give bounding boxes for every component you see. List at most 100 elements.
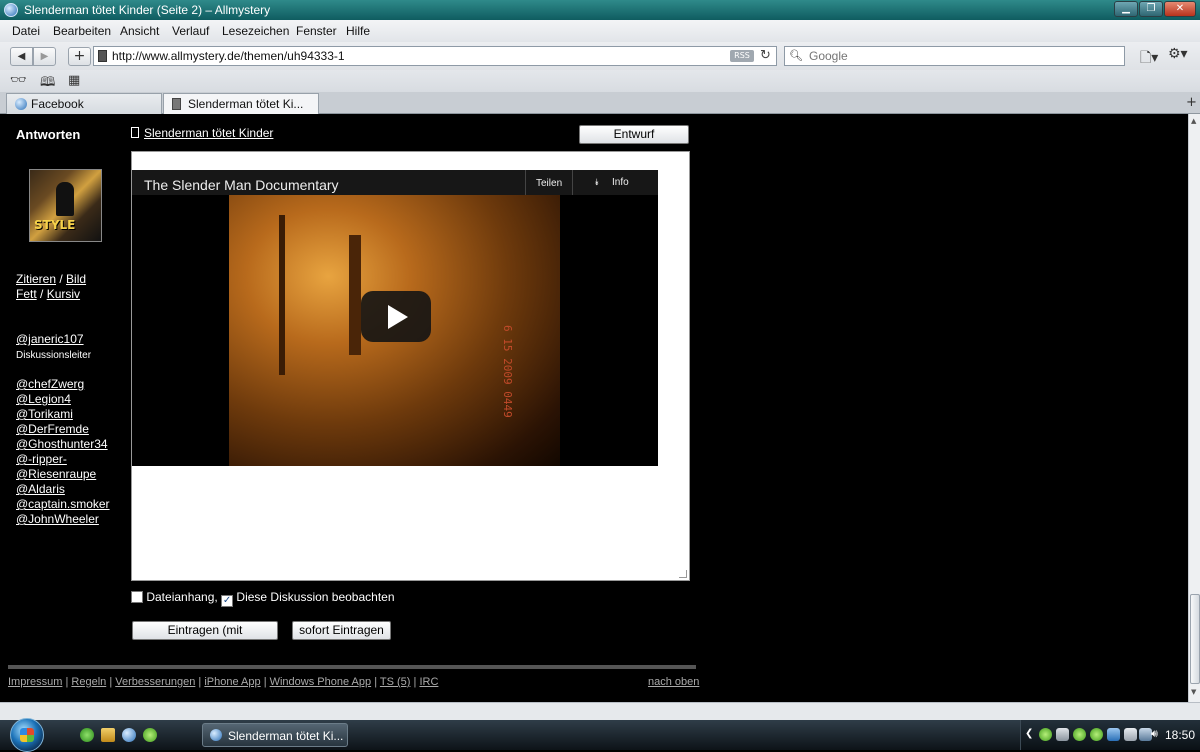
replies-heading: Antworten <box>16 127 81 142</box>
italic-link[interactable]: Kursiv <box>47 287 80 301</box>
video-title[interactable]: The Slender Man Documentary <box>144 177 339 193</box>
video-tree <box>279 215 285 375</box>
resize-grip-icon[interactable] <box>679 570 687 578</box>
footer-link-regeln[interactable]: Regeln <box>71 676 106 688</box>
embedded-video-player[interactable]: 6 15 2009 0449 The Slender Man Documenta… <box>132 170 658 466</box>
video-share-button[interactable]: Teilen <box>536 178 562 189</box>
page-menu-icon[interactable]: 🗋▾ <box>1140 47 1158 71</box>
scrollbar-thumb[interactable] <box>1190 594 1200 684</box>
bold-link[interactable]: Fett <box>16 287 37 301</box>
navigation-toolbar: ◀ ▶ + RSS ↻ 🔍︎ 🗋▾ ⚙▾ <box>0 42 1200 70</box>
gear-icon[interactable]: ⚙▾ <box>1168 46 1188 62</box>
tray-app-icon[interactable] <box>1090 728 1103 741</box>
watch-checkbox[interactable]: ✓ <box>221 595 234 607</box>
play-icon <box>388 305 408 329</box>
clock[interactable]: 18:50 <box>1165 728 1195 742</box>
top-sites-grid-icon[interactable]: ▦ <box>68 73 80 88</box>
attachment-checkbox[interactable] <box>131 591 143 603</box>
quicklaunch-spotify-icon[interactable] <box>143 728 157 742</box>
image-link[interactable]: Bild <box>66 272 86 286</box>
tab-slenderman[interactable]: Slenderman tötet Ki... <box>163 93 319 114</box>
menu-hilfe[interactable]: Hilfe <box>346 24 370 38</box>
submit-preview-button[interactable]: Eintragen (mit Vorschau) <box>132 621 278 654</box>
new-tab-button[interactable]: + <box>1186 95 1197 110</box>
format-links-row-1: Zitieren / Bild <box>16 272 86 286</box>
volume-icon[interactable]: 🔊︎ <box>1151 727 1164 740</box>
discussion-leader-link[interactable]: @janeric107 <box>16 332 84 346</box>
attachment-label: Dateianhang, <box>146 590 218 604</box>
video-divider <box>572 170 573 195</box>
participant-link[interactable]: @Torikami <box>16 407 73 421</box>
quicklaunch-gadget-icon[interactable] <box>80 728 94 742</box>
tray-app-icon[interactable] <box>1124 728 1137 741</box>
footer-link-irc[interactable]: IRC <box>419 676 438 688</box>
menu-lesezeichen[interactable]: Lesezeichen <box>222 24 289 38</box>
search-bar[interactable]: 🔍︎ <box>784 46 1125 66</box>
quote-link[interactable]: Zitieren <box>16 272 56 286</box>
footer-link-verbesserungen[interactable]: Verbesserungen <box>115 676 195 688</box>
format-separator: / <box>59 272 63 286</box>
rss-icon[interactable]: RSS <box>730 50 754 62</box>
participant-link[interactable]: @Aldaris <box>16 482 65 496</box>
footer-separator: | <box>263 676 267 688</box>
quicklaunch-browser-icon[interactable] <box>122 728 136 742</box>
reader-glasses-icon[interactable]: 👓︎ <box>10 73 27 88</box>
add-bookmark-button[interactable]: + <box>68 47 91 66</box>
minimize-button[interactable]: ▁ <box>1114 1 1138 17</box>
tray-app-icon[interactable] <box>1073 728 1086 741</box>
format-links-row-2: Fett / Kursiv <box>16 287 80 301</box>
start-button[interactable] <box>10 718 44 752</box>
forward-button[interactable]: ▶ <box>33 47 56 66</box>
video-divider <box>525 170 526 195</box>
quicklaunch-media-icon[interactable] <box>101 728 115 742</box>
windows-taskbar: Slenderman tötet Ki... ❮ 🔊︎ 18:50 <box>0 718 1200 752</box>
tab-facebook[interactable]: Facebook <box>6 93 162 114</box>
tray-app-icon[interactable] <box>1107 728 1120 741</box>
maximize-button[interactable]: ❐ <box>1139 1 1163 17</box>
avatar-caption: STYLE <box>34 218 76 232</box>
menu-fenster[interactable]: Fenster <box>296 24 337 38</box>
address-bar[interactable]: RSS ↻ <box>93 46 777 66</box>
back-to-top-link[interactable]: nach oben <box>648 676 699 688</box>
play-button[interactable] <box>361 291 431 342</box>
menu-datei[interactable]: Datei <box>12 24 40 38</box>
participant-link[interactable]: @Ghosthunter34 <box>16 437 108 451</box>
menu-ansicht[interactable]: Ansicht <box>120 24 159 38</box>
video-info-button[interactable]: Info <box>612 177 629 188</box>
tray-app-icon[interactable] <box>1056 728 1069 741</box>
footer-links: Impressum | Regeln | Verbesserungen | iP… <box>8 676 438 688</box>
reload-icon[interactable]: ↻ <box>760 48 771 63</box>
save-draft-button[interactable]: Entwurf speichern <box>579 125 689 158</box>
menu-bearbeiten[interactable]: Bearbeiten <box>53 24 111 38</box>
close-button[interactable]: ✕ <box>1164 1 1196 17</box>
participant-link[interactable]: @DerFremde <box>16 422 89 436</box>
participant-link[interactable]: @chefZwerg <box>16 377 84 391</box>
footer-link-impressum[interactable]: Impressum <box>8 676 62 688</box>
footer-separator: | <box>374 676 378 688</box>
back-button[interactable]: ◀ <box>10 47 33 66</box>
participant-link[interactable]: @JohnWheeler <box>16 512 99 526</box>
search-input[interactable] <box>809 48 1109 64</box>
participant-link[interactable]: @captain.smoker <box>16 497 110 511</box>
submit-now-button[interactable]: sofort Eintragen <box>292 621 391 640</box>
scroll-up-arrow-icon[interactable]: ▲ <box>1191 117 1196 125</box>
vertical-scrollbar[interactable]: ▲ ▼ <box>1188 114 1200 702</box>
scroll-down-arrow-icon[interactable]: ▼ <box>1191 688 1196 696</box>
footer-link-ts[interactable]: TS (5) <box>380 676 411 688</box>
firefox-icon <box>4 3 18 17</box>
thread-title-link[interactable]: Slenderman tötet Kinder <box>144 126 273 140</box>
menu-verlauf[interactable]: Verlauf <box>172 24 209 38</box>
format-separator: / <box>40 287 44 301</box>
participant-link[interactable]: @Legion4 <box>16 392 71 406</box>
firefox-icon <box>210 729 222 741</box>
tray-app-icon[interactable] <box>1039 728 1052 741</box>
participant-link[interactable]: @-ripper- <box>16 452 67 466</box>
footer-link-iphone-app[interactable]: iPhone App <box>204 676 260 688</box>
participant-link[interactable]: @Riesenraupe <box>16 467 96 481</box>
url-input[interactable] <box>112 48 712 64</box>
info-arrow-icon: ⯯ <box>594 177 600 187</box>
avatar[interactable]: STYLE <box>29 169 102 242</box>
tray-expand-icon[interactable]: ❮ <box>1025 728 1038 741</box>
taskbar-window-button[interactable]: Slenderman tötet Ki... <box>202 723 348 747</box>
footer-link-windows-phone-app[interactable]: Windows Phone App <box>270 676 372 688</box>
